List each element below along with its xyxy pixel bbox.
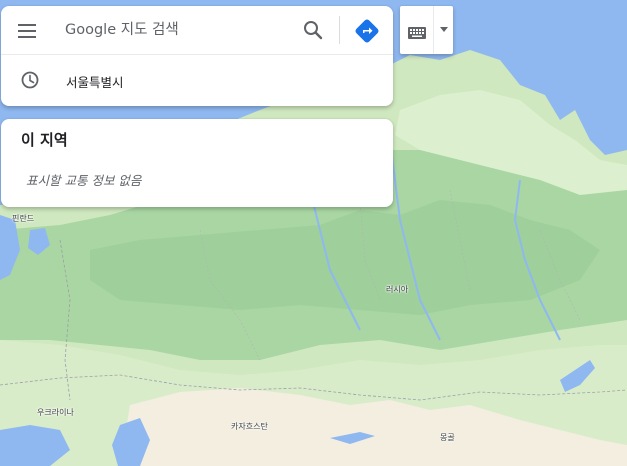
keyboard-icon[interactable] <box>408 24 426 39</box>
map-label-russia: 러시아 <box>386 285 409 294</box>
map-label-finland: 핀란드 <box>12 214 35 223</box>
search-panel: 서울특별시 <box>1 6 393 106</box>
map-label-mongolia: 몽골 <box>440 433 455 442</box>
search-divider <box>339 16 340 44</box>
map-label-ukraine: 우크라이나 <box>37 408 74 417</box>
search-icon[interactable] <box>301 18 325 42</box>
panel-divider <box>1 54 393 55</box>
search-bar <box>1 6 393 54</box>
clock-icon <box>20 70 40 90</box>
keyboard-panel <box>400 6 453 54</box>
history-item[interactable]: 서울특별시 <box>1 58 393 106</box>
directions-icon[interactable] <box>354 18 380 44</box>
history-item-label: 서울특별시 <box>66 75 124 90</box>
map-label-kazakhstan: 카자흐스탄 <box>231 422 268 431</box>
area-title: 이 지역 <box>21 131 68 149</box>
chevron-down-icon[interactable] <box>433 6 454 54</box>
menu-icon[interactable] <box>18 20 40 40</box>
area-empty-message: 표시할 교통 정보 없음 <box>26 173 142 188</box>
area-panel: 이 지역 표시할 교통 정보 없음 <box>1 119 393 207</box>
search-input[interactable] <box>65 18 285 42</box>
